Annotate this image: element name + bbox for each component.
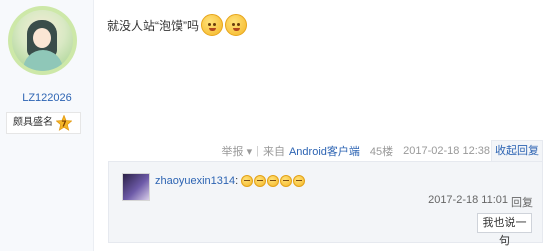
confused-face-icon	[201, 14, 223, 36]
badge-level-number: 7	[61, 119, 66, 128]
source-prefix: 来自	[262, 146, 285, 158]
laughing-face-icon	[241, 175, 254, 187]
author-sidebar: LZ122026 颇具盛名 7	[0, 0, 94, 251]
laughing-face-icon	[280, 175, 293, 187]
separator: |	[256, 145, 259, 157]
reply-meta: 2017-2-18 11:01 回复	[428, 194, 533, 210]
reply-item: zhaoyuexin1314 :	[155, 175, 306, 187]
post-tail: 举报 ▾ | 来自 Android客户端 45楼 2017-02-18 12:38	[222, 143, 490, 159]
say-something-button[interactable]: 我也说一句	[477, 213, 532, 247]
avatar[interactable]	[8, 6, 77, 75]
level-star-icon: 7	[56, 115, 72, 131]
floor-number: 45楼	[369, 146, 394, 158]
honor-badge[interactable]: 颇具盛名 7	[6, 112, 81, 134]
client-link[interactable]: Android客户端	[289, 143, 360, 159]
confused-face-icon	[225, 14, 247, 36]
badge-label: 颇具盛名	[13, 117, 53, 128]
laughing-face-icon	[267, 175, 280, 187]
post-text: 就没人站“泡馍”吗	[107, 18, 199, 33]
reply-username[interactable]: zhaoyuexin1314	[155, 175, 235, 187]
reply-panel: zhaoyuexin1314 : 2017-2-18 11:01 回复 我也说一…	[108, 161, 543, 247]
laughing-face-icon	[254, 175, 267, 187]
post-content: 就没人站“泡馍”吗	[107, 14, 247, 36]
avatar-image	[12, 10, 73, 71]
reply-avatar[interactable]	[122, 173, 150, 201]
report-link[interactable]: 举报 ▾	[222, 143, 253, 159]
reply-link[interactable]: 回复	[511, 194, 533, 210]
collapse-replies-button[interactable]: 收起回复	[491, 140, 543, 162]
post-timestamp: 2017-02-18 12:38	[403, 145, 490, 157]
laughing-face-icon	[293, 175, 306, 187]
reply-colon: :	[235, 175, 239, 187]
author-username[interactable]: LZ122026	[0, 92, 94, 104]
reply-timestamp: 2017-2-18 11:01	[428, 194, 508, 206]
